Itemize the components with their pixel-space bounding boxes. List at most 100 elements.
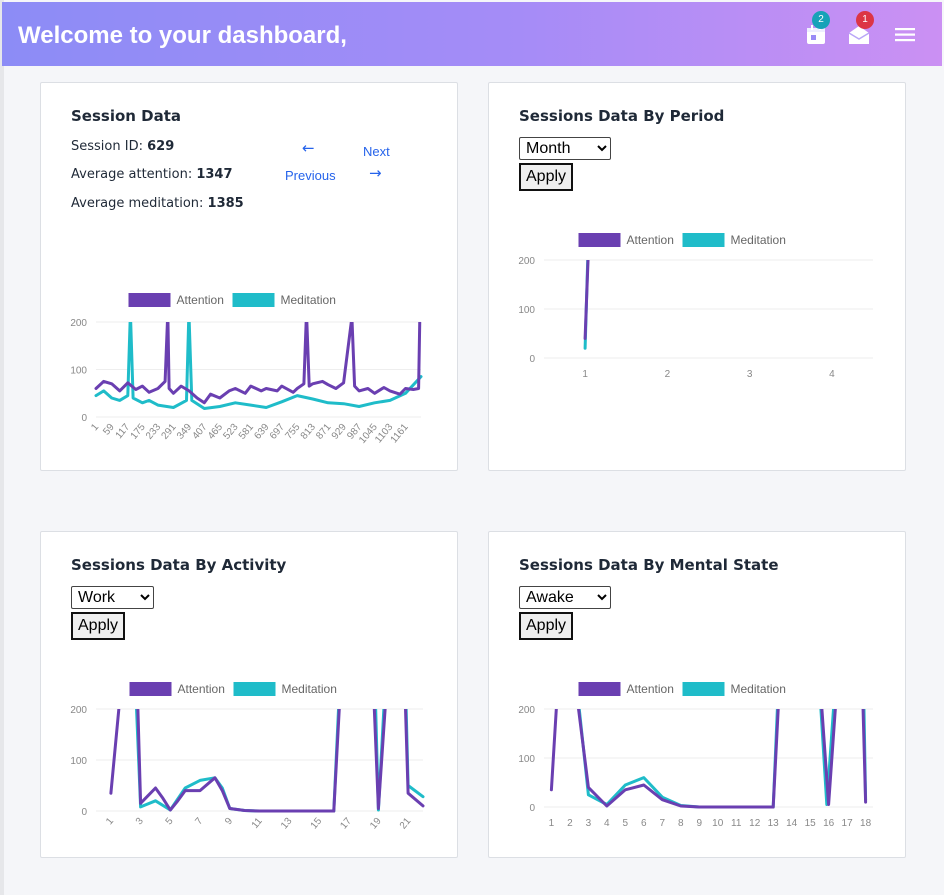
- mental-state-select[interactable]: Awake: [519, 586, 611, 609]
- x-tick-label: 10: [712, 818, 724, 829]
- x-tick-label: 523: [221, 422, 240, 442]
- x-tick-label: 175: [129, 422, 148, 442]
- x-tick-label: 3: [747, 369, 753, 380]
- x-tick-label: 11: [250, 816, 265, 831]
- x-tick-label: 117: [114, 422, 133, 442]
- session-chart: Attention Meditation01002001 5911717523329…: [70, 293, 423, 446]
- series-line-attention: [94, 322, 422, 405]
- x-tick-label: 8: [678, 818, 684, 829]
- x-tick-label: 17: [842, 818, 854, 829]
- avg-attention-label: Average attention:: [71, 167, 193, 182]
- period-card: Sessions Data By Period Month Apply Atte…: [488, 82, 906, 471]
- series-line-attention: [583, 260, 590, 340]
- x-tick-label: 3: [134, 816, 146, 828]
- legend-swatch-meditation: [232, 293, 275, 307]
- y-tick-label: 200: [70, 705, 87, 716]
- avg-meditation-label: Average meditation:: [71, 196, 204, 211]
- y-tick-label: 200: [70, 318, 87, 329]
- x-tick-label: 2: [567, 818, 573, 829]
- mental-state-title: Sessions Data By Mental State: [519, 556, 779, 574]
- previous-arrow-icon[interactable]: ←: [302, 139, 315, 157]
- x-tick-label: 1: [104, 816, 116, 828]
- x-tick-label: 9: [223, 816, 235, 828]
- x-tick-label: 349: [175, 422, 194, 442]
- avg-meditation-row: Average meditation: 1385: [71, 196, 244, 211]
- legend-label-meditation: Meditation: [731, 682, 786, 696]
- y-tick-label: 200: [518, 256, 535, 267]
- legend-label-attention: Attention: [177, 293, 224, 307]
- session-data-title: Session Data: [71, 107, 182, 125]
- x-tick-label: 5: [623, 818, 629, 829]
- legend-label-attention: Attention: [627, 682, 674, 696]
- page-title: Welcome to your dashboard,: [18, 22, 347, 49]
- legend-label-meditation: Meditation: [282, 682, 337, 696]
- left-rail: [0, 0, 4, 895]
- x-tick-label: 18: [860, 818, 872, 829]
- x-tick-label: 17: [338, 816, 354, 832]
- period-apply-button[interactable]: Apply: [519, 163, 574, 191]
- y-tick-label: 100: [70, 366, 87, 377]
- x-tick-label: 15: [805, 818, 817, 829]
- legend-swatch-attention: [129, 682, 172, 696]
- y-tick-label: 0: [529, 354, 535, 365]
- legend-label-attention: Attention: [627, 233, 674, 247]
- hamburger-menu-icon: [895, 28, 915, 42]
- y-tick-label: 200: [518, 705, 535, 716]
- menu-button[interactable]: [893, 22, 917, 48]
- legend-label-attention: Attention: [178, 682, 225, 696]
- activity-card: Sessions Data By Activity Work Apply Att…: [40, 531, 458, 858]
- y-tick-label: 0: [81, 413, 87, 424]
- session-id-value: 629: [147, 139, 175, 154]
- legend-swatch-attention: [578, 682, 621, 696]
- activity-title: Sessions Data By Activity: [71, 556, 287, 574]
- x-tick-label: 4: [829, 369, 835, 380]
- x-tick-label: 13: [768, 818, 780, 829]
- x-tick-label: 929: [330, 422, 349, 442]
- x-tick-label: 233: [144, 422, 163, 442]
- mental-state-apply-button[interactable]: Apply: [519, 612, 574, 640]
- activity-apply-button[interactable]: Apply: [71, 612, 126, 640]
- x-tick-label: 7: [660, 818, 666, 829]
- session-id-row: Session ID: 629: [71, 139, 174, 154]
- legend-label-meditation: Meditation: [281, 293, 336, 307]
- legend-label-meditation: Meditation: [731, 233, 786, 247]
- x-tick-label: 19: [368, 816, 384, 832]
- x-tick-label: 6: [641, 818, 647, 829]
- x-tick-label: 3: [586, 818, 592, 829]
- x-tick-label: 581: [237, 422, 256, 442]
- next-button[interactable]: Next: [363, 144, 390, 159]
- x-tick-label: 16: [823, 818, 835, 829]
- x-tick-label: 871: [314, 422, 333, 442]
- x-tick-label: 697: [268, 422, 287, 442]
- mail-badge: 1: [856, 11, 874, 29]
- x-tick-label: 1: [549, 818, 555, 829]
- x-tick-label: 1: [582, 369, 588, 380]
- activity-select[interactable]: Work: [71, 586, 154, 609]
- x-tick-label: 755: [283, 422, 302, 442]
- legend-swatch-meditation: [682, 233, 725, 247]
- legend-swatch-meditation: [682, 682, 725, 696]
- next-arrow-icon[interactable]: →: [369, 164, 382, 182]
- x-tick-label: 291: [160, 422, 179, 442]
- period-select[interactable]: Month: [519, 137, 611, 160]
- avg-attention-value: 1347: [196, 167, 233, 182]
- previous-button[interactable]: Previous: [285, 168, 336, 183]
- y-tick-label: 0: [529, 803, 535, 814]
- activity-chart: Attention Meditation01002001 3 5 7 9 11 13 15 17 1…: [70, 682, 425, 832]
- session-data-card: Session Data Session ID: 629 Average att…: [40, 82, 458, 471]
- x-tick-label: 465: [206, 422, 225, 442]
- series-line-attention: [549, 709, 868, 809]
- x-tick-label: 13: [279, 816, 295, 832]
- x-tick-label: 5: [164, 816, 176, 828]
- session-id-label: Session ID:: [71, 139, 143, 154]
- x-tick-label: 21: [398, 816, 414, 832]
- x-tick-label: 9: [696, 818, 702, 829]
- y-tick-label: 100: [518, 305, 535, 316]
- x-tick-label: 12: [749, 818, 761, 829]
- avg-meditation-value: 1385: [207, 196, 244, 211]
- dashboard-header: Welcome to your dashboard, 2 1: [2, 2, 942, 66]
- x-tick-label: 1161: [389, 422, 412, 446]
- legend-swatch-attention: [128, 293, 171, 307]
- x-tick-label: 15: [309, 816, 325, 832]
- avg-attention-row: Average attention: 1347: [71, 167, 233, 182]
